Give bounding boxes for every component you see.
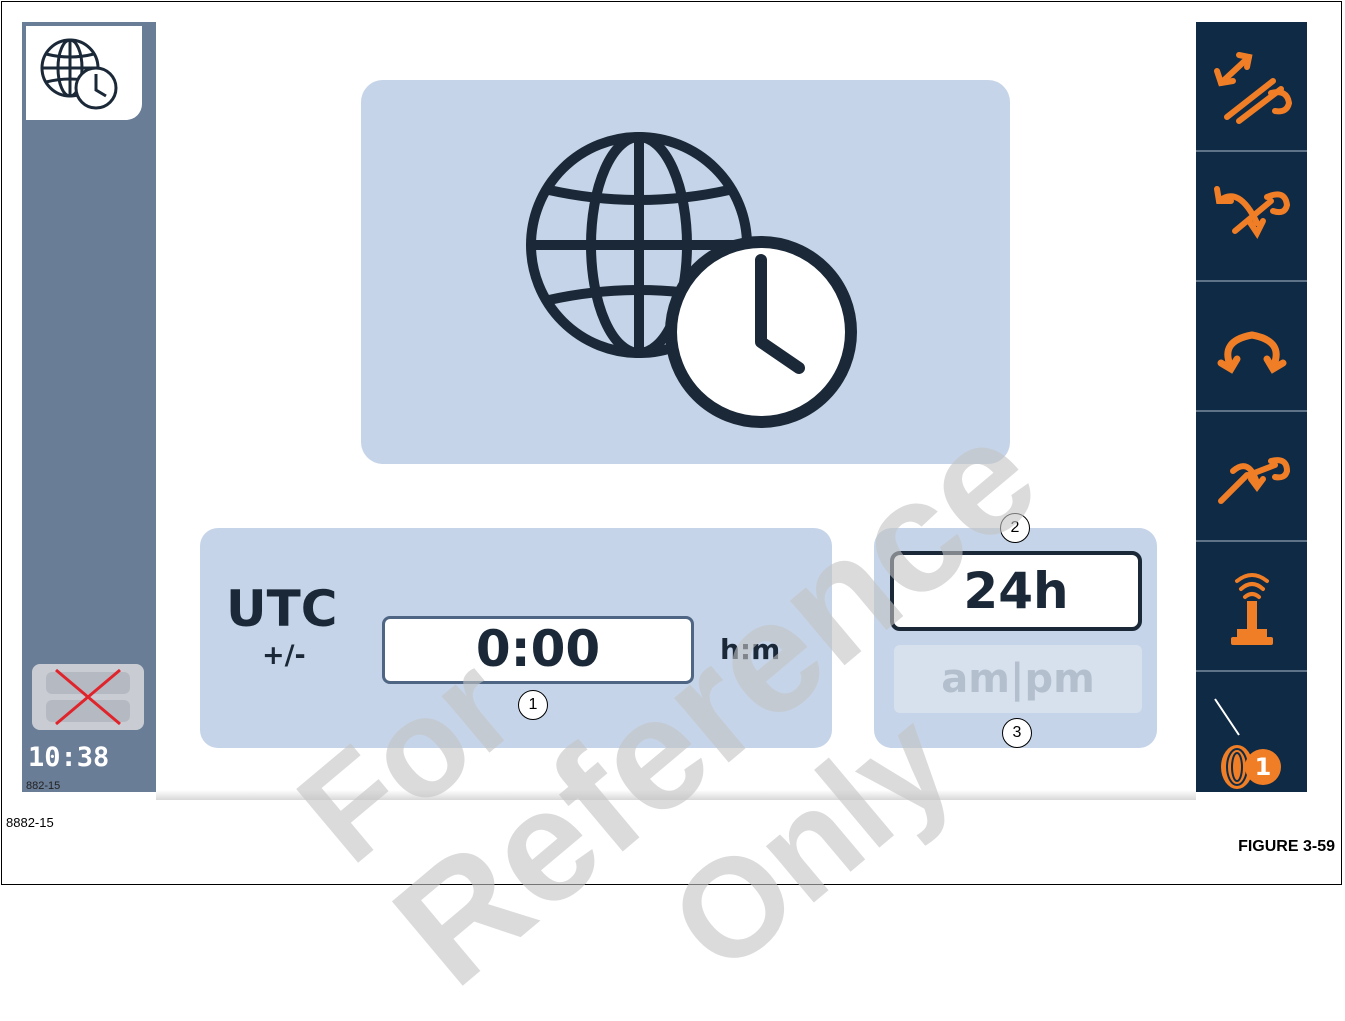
jib-icon: [1218, 457, 1291, 504]
connection-status: [32, 664, 144, 730]
time-format-panel: 24h am|pm: [874, 528, 1157, 748]
boom-lift-lower-icon: [1214, 186, 1291, 239]
offset-unit-label: h:m: [720, 633, 781, 666]
utc-sign-label: +/-: [262, 640, 306, 671]
sidebar-clock: 10:38: [28, 742, 110, 773]
utc-offset-panel: UTC +/- 0:00 h:m: [200, 528, 832, 748]
hoist-1-icon: 1: [1214, 698, 1281, 789]
callout-3: 3: [1002, 718, 1032, 748]
telescope-button[interactable]: [1196, 22, 1307, 150]
format-ampm-button[interactable]: am|pm: [894, 645, 1142, 713]
remote-control-joystick-icon: [1231, 573, 1273, 645]
utc-label: UTC: [226, 580, 338, 638]
callout-1: 1: [518, 690, 548, 720]
telescope-extend-retract-icon: [1214, 52, 1293, 124]
hoist-1-button[interactable]: 1: [1196, 672, 1307, 800]
screen-baseline: [156, 790, 1196, 800]
globe-clock-icon: [526, 132, 857, 428]
format-24h-button[interactable]: 24h: [890, 551, 1142, 631]
figure-title: FIGURE 3-59: [1238, 838, 1335, 855]
figure-code: 8882-15: [6, 815, 54, 830]
jib-button[interactable]: [1196, 412, 1307, 540]
sidebar-code: 882-15: [26, 780, 61, 792]
callout-2: 2: [1000, 513, 1030, 543]
swing-button[interactable]: [1196, 282, 1307, 410]
utc-offset-field[interactable]: 0:00: [382, 616, 694, 684]
disconnected-x-icon: [46, 668, 130, 726]
remote-control-button[interactable]: [1196, 542, 1307, 670]
hoist-badge: 1: [1255, 753, 1272, 781]
left-sidebar: 10:38 882-15: [22, 22, 156, 792]
hero-panel: [361, 80, 1010, 464]
globe-clock-icon: [40, 38, 118, 110]
right-toolbar: 1: [1196, 22, 1307, 792]
swing-icon: [1217, 331, 1287, 374]
boom-lift-button[interactable]: [1196, 152, 1307, 280]
screen-indicator: [26, 26, 142, 120]
